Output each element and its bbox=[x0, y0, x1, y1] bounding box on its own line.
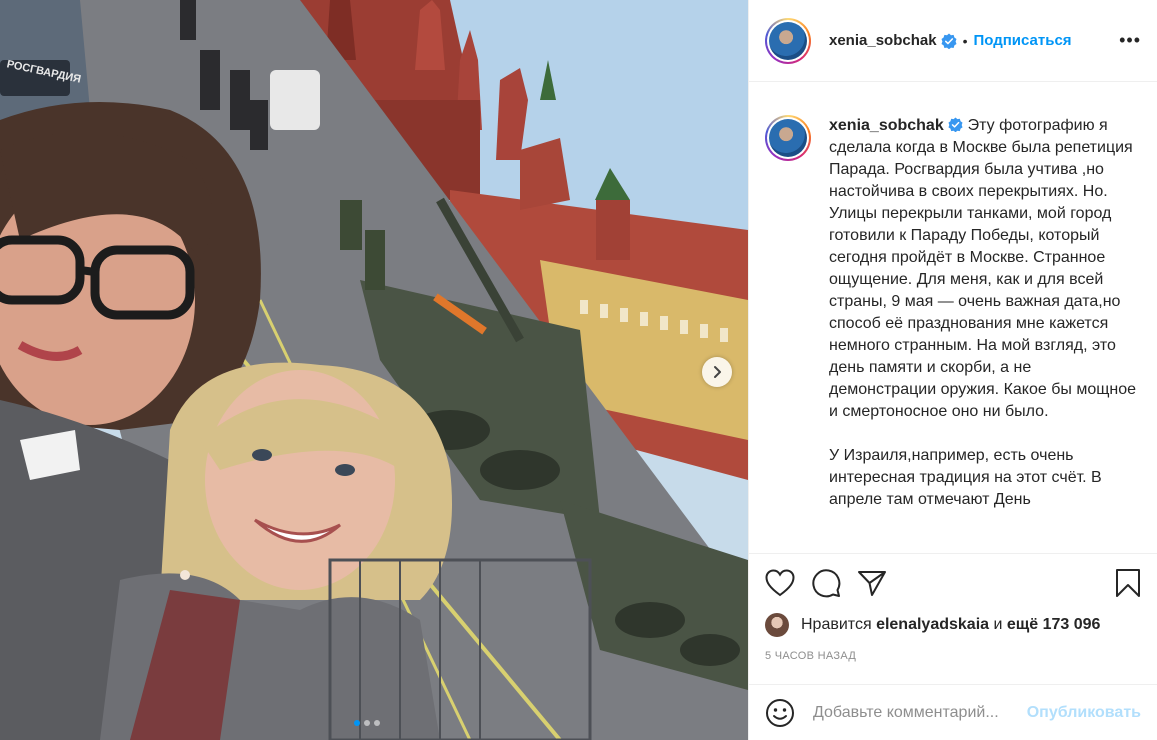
carousel-dot bbox=[354, 720, 360, 726]
comment-icon bbox=[812, 569, 841, 598]
caption-paragraph-1: Эту фотографию я сделала когда в Москве … bbox=[829, 117, 1141, 420]
likes-middle: и bbox=[993, 616, 1003, 633]
liker-avatar[interactable] bbox=[765, 613, 789, 637]
comment-button[interactable] bbox=[811, 568, 841, 598]
photo-scene bbox=[0, 0, 748, 740]
author-username-link[interactable]: xenia_sobchak bbox=[829, 32, 937, 49]
save-button[interactable] bbox=[1115, 568, 1141, 598]
author-avatar[interactable] bbox=[765, 17, 811, 64]
carousel-next-button[interactable] bbox=[702, 357, 732, 387]
post-header: xenia_sobchak • Подписаться ••• bbox=[749, 0, 1157, 82]
verified-badge-icon bbox=[941, 33, 957, 49]
caption-paragraph-2: У Израиля,например, есть очень интересна… bbox=[829, 447, 1107, 508]
comment-input[interactable] bbox=[813, 703, 1018, 722]
post-timestamp[interactable]: 5 часов назад bbox=[765, 650, 1141, 662]
header-separator: • bbox=[962, 32, 968, 49]
post-side-panel: xenia_sobchak • Подписаться ••• xenia_so… bbox=[748, 0, 1157, 740]
caption-author-avatar[interactable] bbox=[765, 115, 811, 161]
caption-username-link[interactable]: xenia_sobchak bbox=[829, 117, 944, 134]
share-button[interactable] bbox=[857, 569, 887, 597]
author-avatar-image bbox=[769, 21, 807, 60]
liker-username-link[interactable]: elenalyadskaia bbox=[876, 616, 989, 634]
publish-button[interactable]: Опубликовать bbox=[1027, 704, 1141, 722]
emoji-icon bbox=[766, 698, 794, 727]
likes-count-link[interactable]: ещё 173 096 bbox=[1007, 616, 1101, 634]
caption: xenia_sobchak Эту фотографию я сделала к… bbox=[765, 115, 1141, 533]
action-icons-row bbox=[765, 554, 1141, 612]
carousel-indicator bbox=[354, 720, 380, 726]
caption-scroll-area[interactable]: xenia_sobchak Эту фотографию я сделала к… bbox=[749, 83, 1157, 553]
caption-text: xenia_sobchak Эту фотографию я сделала к… bbox=[829, 115, 1139, 533]
heart-icon bbox=[765, 569, 795, 597]
likes-prefix: Нравится bbox=[801, 616, 872, 633]
post-photo[interactable]: РОСГВАРДИЯ bbox=[0, 0, 748, 740]
share-icon bbox=[858, 571, 886, 596]
post-actions: Нравится elenalyadskaia и ещё 173 096 5 … bbox=[749, 553, 1157, 662]
follow-button[interactable]: Подписаться bbox=[973, 32, 1071, 49]
carousel-dot bbox=[364, 720, 370, 726]
comment-bar: Опубликовать bbox=[749, 684, 1157, 740]
bookmark-icon bbox=[1116, 569, 1140, 597]
like-button[interactable] bbox=[765, 569, 795, 597]
more-options-icon[interactable]: ••• bbox=[1119, 30, 1141, 51]
carousel-next-icon bbox=[714, 366, 721, 378]
caption-paragraph: xenia_sobchak Эту фотографию я сделала к… bbox=[829, 115, 1139, 423]
verified-badge-icon bbox=[948, 117, 963, 133]
emoji-button[interactable] bbox=[765, 698, 795, 728]
carousel-dot bbox=[374, 720, 380, 726]
likes-summary: Нравится elenalyadskaia и ещё 173 096 bbox=[765, 612, 1141, 638]
